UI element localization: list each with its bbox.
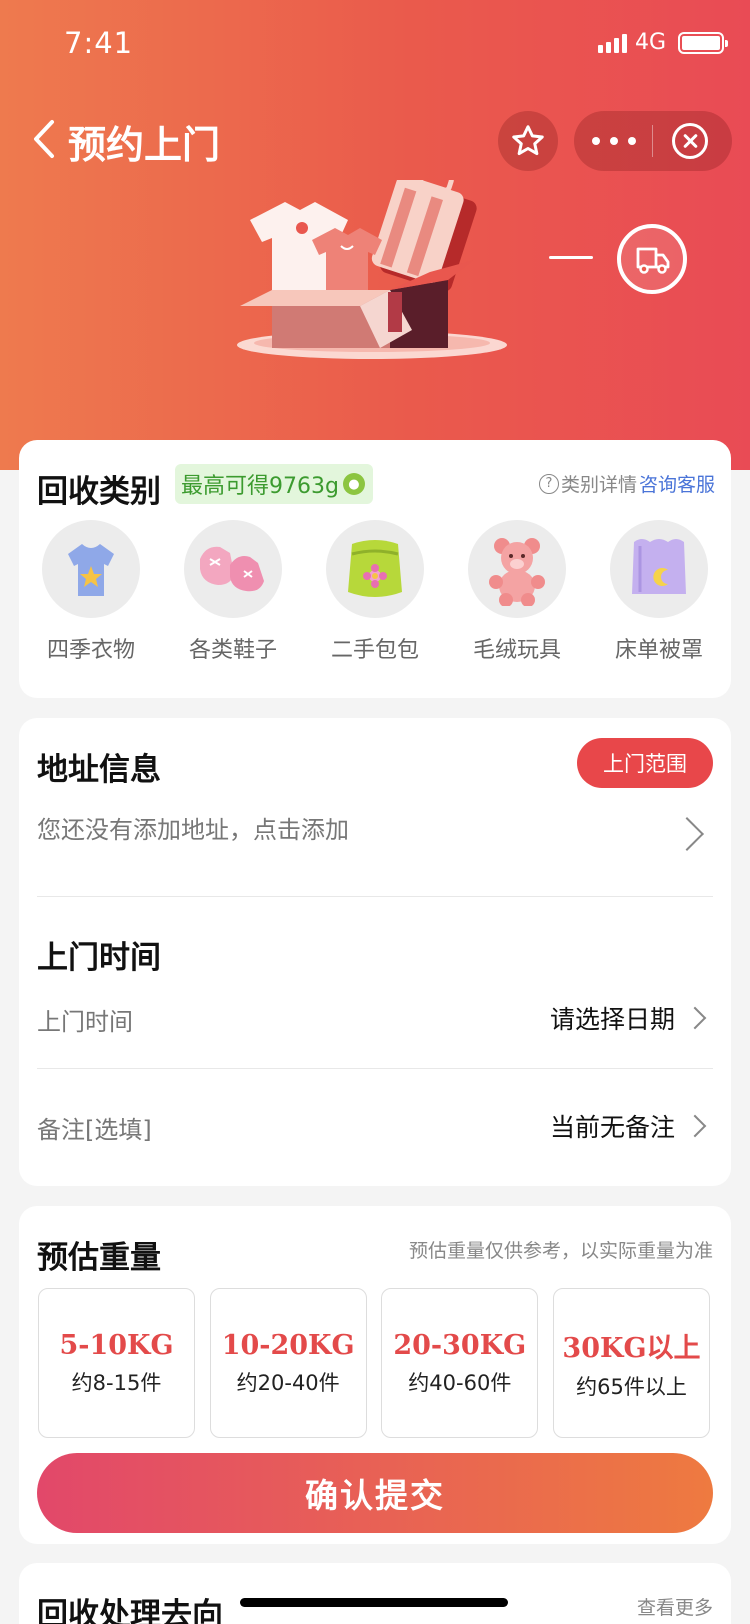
weight-range: 5-10KG bbox=[59, 1329, 174, 1361]
category-list: 四季衣物 各类鞋子 二手包包 毛绒玩具 床单被罩 bbox=[39, 520, 711, 664]
category-label: 毛绒玩具 bbox=[472, 638, 561, 663]
chevron-right-icon bbox=[683, 1006, 707, 1030]
weight-options: 5-10KG 约8-15件 10-20KG 约20-40件 20-30KG 约4… bbox=[38, 1288, 710, 1438]
weight-range: 20-30KG bbox=[393, 1329, 527, 1361]
teddy-bear-icon bbox=[489, 538, 545, 606]
item-count: 约40-60件 bbox=[408, 1370, 512, 1395]
destination-card: 回收处理去向 查看更多 bbox=[19, 1563, 731, 1624]
star-icon bbox=[512, 125, 544, 156]
page-title: 预约上门 bbox=[68, 123, 221, 167]
weight-option[interactable]: 10-20KG 约20-40件 bbox=[209, 1288, 367, 1438]
divider bbox=[37, 1068, 713, 1069]
shoes-icon bbox=[200, 546, 264, 592]
item-count: 约20-40件 bbox=[236, 1370, 340, 1395]
visit-time-label: 上门时间 bbox=[37, 1008, 133, 1036]
address-title: 地址信息 bbox=[37, 752, 161, 788]
coin-icon: ● bbox=[342, 473, 365, 495]
question-icon: ? bbox=[538, 473, 559, 494]
back-arrow-icon[interactable] bbox=[30, 118, 60, 160]
network-type: 4G bbox=[634, 30, 666, 55]
category-label: 四季衣物 bbox=[46, 638, 135, 663]
weight-title: 预估重量 bbox=[37, 1240, 161, 1276]
weight-option[interactable]: 30KG以上 约65件以上 bbox=[552, 1288, 710, 1438]
category-label: 二手包包 bbox=[330, 638, 419, 663]
category-item-clothes[interactable]: 四季衣物 bbox=[39, 520, 143, 664]
home-indicator[interactable] bbox=[240, 1598, 508, 1607]
submit-button[interactable]: 确认提交 bbox=[37, 1453, 713, 1533]
note-value[interactable]: 当前无备注 bbox=[550, 1108, 675, 1144]
destination-title: 回收处理去向 bbox=[37, 1597, 223, 1624]
divider bbox=[37, 896, 713, 897]
customer-service-link[interactable]: 咨询客服 bbox=[639, 470, 715, 497]
max-reward-text: 最高可得9763g bbox=[181, 474, 339, 499]
category-item-bags[interactable]: 二手包包 bbox=[323, 520, 427, 664]
category-label: 各类鞋子 bbox=[188, 638, 277, 663]
category-item-bedding[interactable]: 床单被罩 bbox=[607, 520, 711, 664]
view-more-link[interactable]: 查看更多 bbox=[637, 1593, 713, 1620]
visit-time-title: 上门时间 bbox=[37, 940, 161, 976]
weight-range: 10-20KG bbox=[221, 1329, 355, 1361]
max-reward-badge: 最高可得9763g ● bbox=[175, 464, 373, 504]
weight-note: 预估重量仅供参考，以实际重量为准 bbox=[408, 1240, 713, 1262]
category-title: 回收类别 bbox=[37, 474, 161, 510]
add-address-row[interactable]: 您还没有添加地址，点击添加 bbox=[37, 810, 349, 845]
weight-option[interactable]: 20-30KG 约40-60件 bbox=[381, 1288, 539, 1438]
category-card: 回收类别 最高可得9763g ● ? 类别详情 咨询客服 四季衣物 各类鞋子 二… bbox=[19, 440, 731, 698]
bedding-icon bbox=[632, 539, 686, 594]
category-detail-link[interactable]: 类别详情 bbox=[561, 470, 637, 497]
miniprogram-capsule bbox=[574, 111, 732, 171]
truck-button[interactable] bbox=[617, 224, 687, 294]
weight-option[interactable]: 5-10KG 约8-15件 bbox=[38, 1288, 195, 1438]
truck-icon bbox=[636, 247, 670, 274]
chevron-right-icon bbox=[683, 1114, 707, 1138]
battery-icon bbox=[678, 31, 728, 54]
category-label: 床单被罩 bbox=[614, 638, 703, 663]
tshirt-icon bbox=[68, 544, 114, 596]
weight-range: 30KG以上 bbox=[562, 1332, 701, 1364]
note-label: 备注[选填] bbox=[37, 1116, 152, 1144]
chevron-right-icon bbox=[670, 817, 704, 851]
address-card: 地址信息 上门范围 您还没有添加地址，点击添加 上门时间 上门时间 请选择日期 … bbox=[19, 718, 731, 1186]
favorite-button[interactable] bbox=[498, 111, 558, 171]
item-count: 约8-15件 bbox=[71, 1370, 162, 1395]
close-icon[interactable] bbox=[672, 123, 708, 159]
bag-icon bbox=[348, 540, 402, 597]
select-date-value[interactable]: 请选择日期 bbox=[550, 1000, 675, 1036]
category-item-shoes[interactable]: 各类鞋子 bbox=[181, 520, 285, 664]
category-item-toys[interactable]: 毛绒玩具 bbox=[465, 520, 569, 664]
recycle-box-illustration bbox=[237, 180, 507, 359]
signal-icon bbox=[597, 33, 627, 53]
decor-line bbox=[549, 256, 593, 259]
status-time: 7:41 bbox=[64, 26, 134, 60]
item-count: 约65件以上 bbox=[576, 1374, 687, 1399]
service-range-button[interactable]: 上门范围 bbox=[577, 738, 713, 788]
status-indicators: 4G bbox=[597, 30, 728, 55]
category-help: ? 类别详情 咨询客服 bbox=[538, 470, 715, 497]
more-icon[interactable] bbox=[592, 137, 636, 145]
